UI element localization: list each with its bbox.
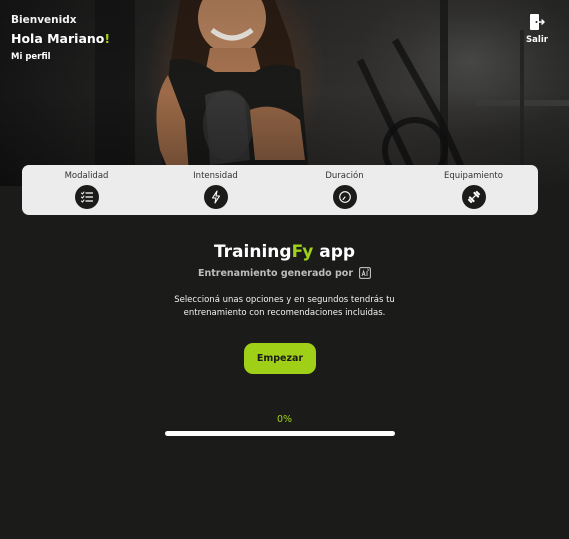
- filter-duracion[interactable]: Duración: [280, 165, 409, 215]
- title-part1: Training: [213, 242, 292, 262]
- clock-icon: [332, 185, 357, 209]
- ai-icon: [359, 267, 371, 279]
- description-text: Seleccioná unas opciones y en segundos t…: [174, 295, 395, 318]
- filter-card: Modalidad Intensidad Duración Equipamien…: [22, 165, 538, 215]
- filter-label: Modalidad: [64, 171, 109, 181]
- logout-door-icon: [530, 14, 545, 30]
- user-greeting: Hola Mariano!: [11, 31, 110, 46]
- checklist-icon: [74, 185, 99, 209]
- subtitle-text: Entrenamiento generado por: [197, 267, 354, 279]
- logout-label: Salir: [526, 35, 548, 45]
- filter-equipamiento[interactable]: Equipamiento: [409, 165, 538, 215]
- filter-label: Equipamiento: [444, 171, 503, 181]
- hero-shade: [0, 0, 569, 186]
- filter-label: Duración: [325, 171, 364, 181]
- greeting-exclamation: !: [104, 31, 111, 46]
- dumbbell-icon: [461, 185, 486, 209]
- subtitle: Entrenamiento generado por: [0, 267, 569, 279]
- title-accent: Fy: [291, 242, 314, 262]
- hero-banner: Bienvenidx Hola Mariano! Mi perfil Salir: [0, 0, 569, 186]
- welcome-text: Bienvenidx: [11, 14, 77, 26]
- lightning-icon: [203, 185, 228, 209]
- greeting-name: Hola Mariano: [11, 31, 105, 46]
- start-button[interactable]: Empezar: [244, 343, 316, 374]
- progress-percentage: 0%: [276, 414, 293, 425]
- profile-link[interactable]: Mi perfil: [11, 52, 51, 62]
- filter-label: Intensidad: [193, 171, 238, 181]
- progress-bar: [165, 431, 395, 436]
- filter-intensidad[interactable]: Intensidad: [151, 165, 280, 215]
- logout-button[interactable]: Salir: [525, 13, 549, 45]
- title-part2: app: [313, 242, 356, 262]
- app-title: TrainingFy app: [0, 242, 569, 262]
- filter-modalidad[interactable]: Modalidad: [22, 165, 151, 215]
